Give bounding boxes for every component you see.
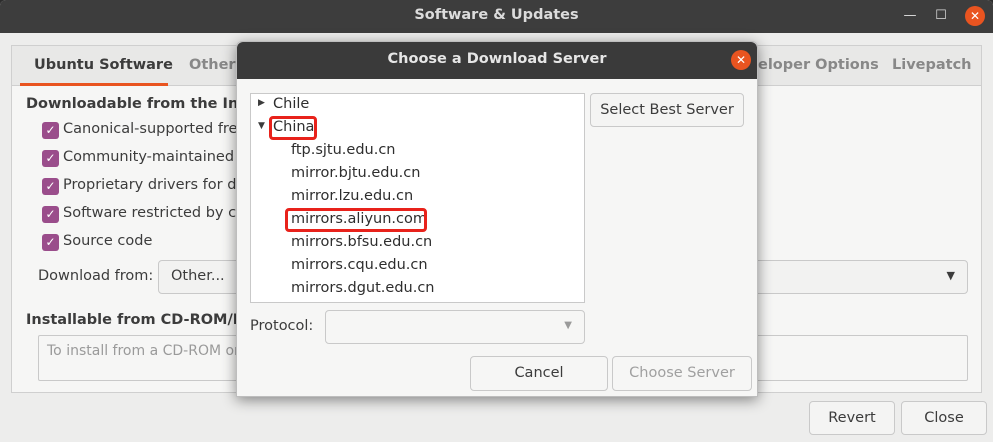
tab-developer-options[interactable]: eloper Options bbox=[758, 57, 879, 73]
tab-ubuntu-software[interactable]: Ubuntu Software bbox=[34, 57, 173, 73]
close-icon[interactable]: ✕ bbox=[731, 50, 751, 70]
minimize-icon[interactable]: — bbox=[900, 6, 920, 26]
tab-other-software[interactable]: Other bbox=[189, 57, 236, 73]
checkbox-checked-icon[interactable]: ✓ bbox=[42, 234, 59, 251]
tree-row-label: mirror.lzu.edu.cn bbox=[291, 188, 414, 204]
protocol-combo[interactable]: ▼ bbox=[325, 310, 585, 344]
tree-row-label: mirrors.dgut.edu.cn bbox=[291, 280, 435, 296]
checkbox-checked-icon[interactable]: ✓ bbox=[42, 150, 59, 167]
checkbox-label: Proprietary drivers for dev bbox=[63, 177, 254, 193]
tree-row-label: mirrors.cqu.edu.cn bbox=[291, 257, 428, 273]
download-from-label: Download from: bbox=[38, 268, 154, 284]
chevron-down-icon: ▼ bbox=[564, 320, 572, 331]
checkbox-label: Community-maintained fre bbox=[63, 149, 259, 165]
tree-row-label: mirrors.bfsu.edu.cn bbox=[291, 234, 433, 250]
maximize-icon[interactable]: ☐ bbox=[931, 6, 951, 26]
checkbox-label: Source code bbox=[63, 233, 153, 249]
checkbox-label: Software restricted by cop bbox=[63, 205, 255, 221]
checkbox-checked-icon[interactable]: ✓ bbox=[42, 178, 59, 195]
close-icon[interactable]: ✕ bbox=[965, 6, 985, 26]
dialog-titlebar: Choose a Download Server ✕ bbox=[237, 42, 757, 79]
chevron-down-icon: ▼ bbox=[946, 269, 955, 282]
tree-mirror-row[interactable]: mirrors.cqu.edu.cn bbox=[251, 256, 584, 278]
installable-heading: Installable from CD-ROM/DVD bbox=[26, 312, 269, 328]
highlight-annotation-box bbox=[269, 116, 317, 140]
tab-livepatch[interactable]: Livepatch bbox=[892, 57, 972, 73]
select-best-server-button[interactable]: Select Best Server bbox=[590, 93, 744, 127]
download-from-value: Other... bbox=[171, 268, 225, 284]
tree-mirror-row[interactable]: mirror.lzu.edu.cn bbox=[251, 187, 584, 209]
tree-country-row[interactable]: ▶ Chile bbox=[251, 95, 584, 117]
revert-button[interactable]: Revert bbox=[809, 401, 895, 435]
expander-collapsed-icon[interactable]: ▶ bbox=[258, 98, 265, 108]
checkbox-checked-icon[interactable]: ✓ bbox=[42, 206, 59, 223]
choose-download-server-dialog: Choose a Download Server ✕ ▶ Chile ▼ China f… bbox=[236, 41, 758, 397]
cancel-button[interactable]: Cancel bbox=[470, 356, 608, 391]
dialog-title: Choose a Download Server bbox=[387, 51, 607, 67]
tree-mirror-row[interactable]: mirrors.dgut.edu.cn bbox=[251, 279, 584, 301]
tree-row-label: Chile bbox=[273, 96, 310, 112]
expander-expanded-icon[interactable]: ▼ bbox=[258, 121, 265, 131]
highlight-annotation-box bbox=[285, 208, 427, 232]
tree-mirror-row[interactable]: mirror.bjtu.edu.cn bbox=[251, 164, 584, 186]
protocol-label: Protocol: bbox=[250, 318, 314, 334]
downloadable-heading: Downloadable from the Inter bbox=[26, 96, 263, 112]
tree-mirror-row[interactable]: mirrors.bfsu.edu.cn bbox=[251, 233, 584, 255]
close-button[interactable]: Close bbox=[901, 401, 987, 435]
tree-row-label: mirror.bjtu.edu.cn bbox=[291, 165, 421, 181]
tree-mirror-row[interactable]: ftp.sjtu.edu.cn bbox=[251, 141, 584, 163]
checkbox-checked-icon[interactable]: ✓ bbox=[42, 122, 59, 139]
server-tree[interactable]: ▶ Chile ▼ China ftp.sjtu.edu.cn mirror.bjtu.e… bbox=[250, 93, 585, 303]
tree-row-label: ftp.sjtu.edu.cn bbox=[291, 142, 396, 158]
choose-server-button[interactable]: Choose Server bbox=[612, 356, 752, 391]
window-titlebar: Software & Updates — ☐ ✕ bbox=[0, 0, 993, 33]
checkbox-label: Canonical-supported free bbox=[63, 121, 247, 137]
active-tab-indicator bbox=[20, 83, 168, 86]
cdrom-placeholder: To install from a CD-ROM or D bbox=[47, 343, 256, 359]
window-title: Software & Updates bbox=[414, 7, 579, 23]
